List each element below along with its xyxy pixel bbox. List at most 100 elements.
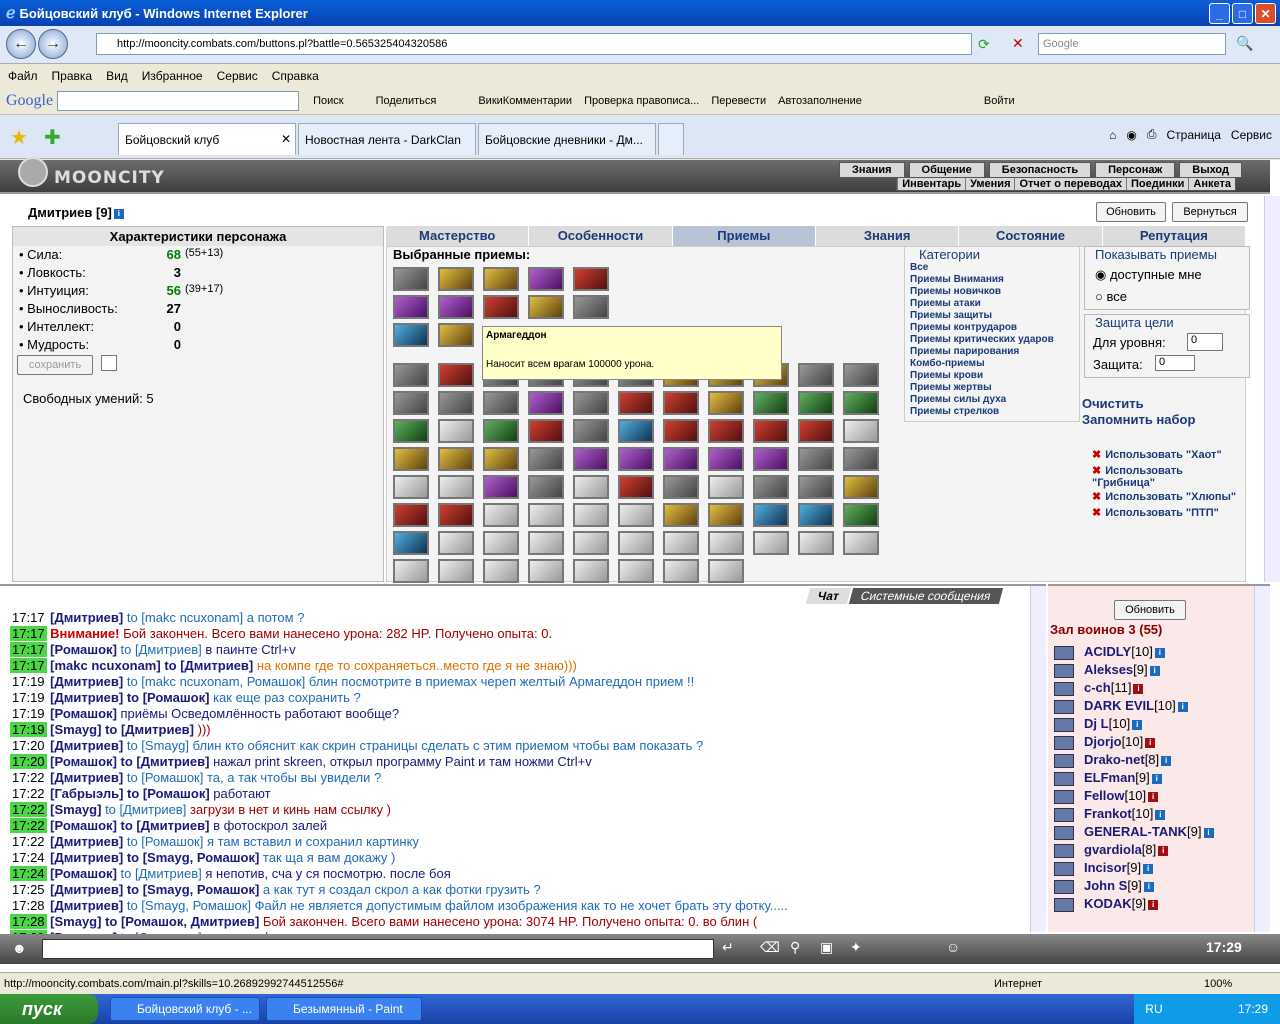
cat-blood[interactable]: Приемы крови (905, 370, 1079, 382)
technique-icon[interactable] (528, 267, 564, 291)
cat-crit[interactable]: Приемы критических ударов (905, 334, 1079, 346)
chat-recipient[interactable]: to [Дмитриев] (121, 818, 214, 833)
minimize-button[interactable]: _ (1209, 3, 1230, 24)
user-row[interactable]: gvardiola[8] i (1084, 842, 1169, 857)
fighter-icon[interactable]: ✦ (850, 939, 862, 956)
chat-author[interactable]: [Ромашок] (47, 706, 121, 721)
technique-icon[interactable] (843, 447, 879, 471)
technique-icon[interactable] (483, 531, 519, 555)
tools-menu[interactable]: Сервис (1231, 128, 1272, 142)
technique-icon[interactable] (843, 475, 879, 499)
technique-icon[interactable] (438, 503, 474, 527)
maximize-button[interactable]: □ (1232, 3, 1253, 24)
gbar-share[interactable]: Поделиться (376, 95, 437, 107)
show-all[interactable]: ○ все (1095, 289, 1127, 304)
cat-sacrifice[interactable]: Приемы жертвы (905, 382, 1079, 394)
user-row[interactable]: Incisor[9] i (1084, 860, 1154, 875)
technique-icon[interactable] (573, 447, 609, 471)
address-input[interactable]: http://mooncity.combats.com/buttons.pl?b… (96, 33, 972, 55)
gbar-translate[interactable]: Перевести (711, 95, 766, 107)
technique-icon[interactable] (393, 447, 429, 471)
chat-scrollbar[interactable] (1030, 586, 1046, 932)
chat-input[interactable] (42, 939, 714, 959)
menu-favorites[interactable]: Избранное (142, 69, 203, 83)
chat-recipient[interactable]: to [Дмитриев] (105, 722, 198, 737)
user-info-icon[interactable]: i (1155, 809, 1166, 820)
technique-icon[interactable] (663, 475, 699, 499)
user-row[interactable]: KODAK[9] i (1084, 896, 1159, 911)
filter-icon[interactable]: ⚲ (790, 939, 800, 956)
user-row[interactable]: Alekses[9] i (1084, 662, 1160, 677)
technique-icon[interactable] (663, 447, 699, 471)
user-info-icon[interactable]: i (1148, 791, 1159, 802)
technique-icon[interactable] (573, 267, 609, 291)
technique-icon[interactable] (393, 323, 429, 347)
user-info-icon[interactable]: i (1149, 665, 1160, 676)
chat-author[interactable]: [Ромашок] (47, 642, 121, 657)
search-input[interactable]: Google (1038, 33, 1226, 55)
chat-author[interactable]: [Дмитриев] (47, 690, 127, 705)
nav-security[interactable]: Безопасность (988, 162, 1092, 178)
stop-icon[interactable]: ✕ (1012, 35, 1024, 52)
user-row[interactable]: Dj L[10] i (1084, 716, 1143, 731)
user-name[interactable]: John S (1084, 878, 1127, 893)
chat-recipient[interactable]: to [makc ncuxonam, Ромашок] (127, 674, 309, 689)
user-info-icon[interactable]: i (1161, 755, 1172, 766)
technique-icon[interactable] (528, 531, 564, 555)
technique-icon[interactable] (708, 447, 744, 471)
user-row[interactable]: Drako-net[8] i (1084, 752, 1172, 767)
cat-archer[interactable]: Приемы стрелков (905, 406, 1079, 418)
technique-icon[interactable] (573, 295, 609, 319)
remember-link[interactable]: Запомнить набор (1082, 412, 1195, 427)
nav-character[interactable]: Персонаж (1095, 162, 1176, 178)
cat-attention[interactable]: Приемы Внимания (905, 274, 1079, 286)
print-icon[interactable]: ⎙ (1147, 127, 1157, 142)
start-button[interactable]: пуск (0, 994, 98, 1024)
chat-recipient[interactable]: to [Дмитриев] (105, 802, 190, 817)
technique-icon[interactable] (708, 391, 744, 415)
chat-author[interactable]: [Дмитриев] (47, 770, 127, 785)
technique-icon[interactable] (618, 531, 654, 555)
chat-recipient[interactable]: to [Ромашок] (127, 834, 207, 849)
menu-view[interactable]: Вид (106, 69, 128, 83)
chat-recipient[interactable]: to [Smayg, Ромашок] (127, 882, 263, 897)
chat-recipient[interactable]: to [Smayg, Ромашок] (127, 850, 263, 865)
back-button[interactable]: ← (6, 29, 36, 59)
technique-icon[interactable] (708, 559, 744, 583)
user-name[interactable]: Alekses (1084, 662, 1133, 677)
technique-icon[interactable] (483, 419, 519, 443)
technique-icon[interactable] (483, 295, 519, 319)
technique-icon[interactable] (753, 447, 789, 471)
subnav-profile[interactable]: Анкета (1188, 178, 1235, 190)
chat-author[interactable]: [Ромашок] (47, 866, 121, 881)
refresh-button[interactable]: Обновить (1096, 202, 1166, 222)
chat-author[interactable]: [Дмитриев] (47, 850, 127, 865)
lang-indicator[interactable]: RU (1145, 1002, 1162, 1016)
technique-icon[interactable] (393, 503, 429, 527)
user-name[interactable]: ACIDLY (1084, 644, 1131, 659)
cat-attack[interactable]: Приемы атаки (905, 298, 1079, 310)
technique-icon[interactable] (843, 419, 879, 443)
chat-author[interactable]: [Дмитриев] (47, 834, 127, 849)
user-status-icon[interactable] (1054, 772, 1074, 786)
chat-recipient[interactable]: to [Ромашок] (127, 770, 207, 785)
save-icon[interactable]: ▣ (820, 939, 833, 956)
technique-icon[interactable] (798, 531, 834, 555)
chat-recipient[interactable]: to [Ромашок] (127, 690, 213, 705)
use-hlupy[interactable]: ✖ Использовать "Хлюпы" (1092, 490, 1236, 503)
chat-author[interactable]: [Ромашок] (47, 818, 121, 833)
back-game-button[interactable]: Вернуться (1172, 202, 1248, 222)
forward-button[interactable]: → (38, 29, 68, 59)
technique-icon[interactable] (393, 559, 429, 583)
user-status-icon[interactable] (1054, 664, 1074, 678)
technique-icon[interactable] (483, 503, 519, 527)
user-name[interactable]: Incisor (1084, 860, 1127, 875)
technique-icon[interactable] (438, 391, 474, 415)
cat-defense[interactable]: Приемы защиты (905, 310, 1079, 322)
technique-icon[interactable] (438, 447, 474, 471)
top-scrollbar[interactable] (1264, 196, 1280, 582)
cat-combo[interactable]: Комбо-приемы (905, 358, 1079, 370)
user-name[interactable]: ELFman (1084, 770, 1135, 785)
user-name[interactable]: Drako-net (1084, 752, 1145, 767)
nav-knowledge[interactable]: Знания (839, 162, 905, 178)
